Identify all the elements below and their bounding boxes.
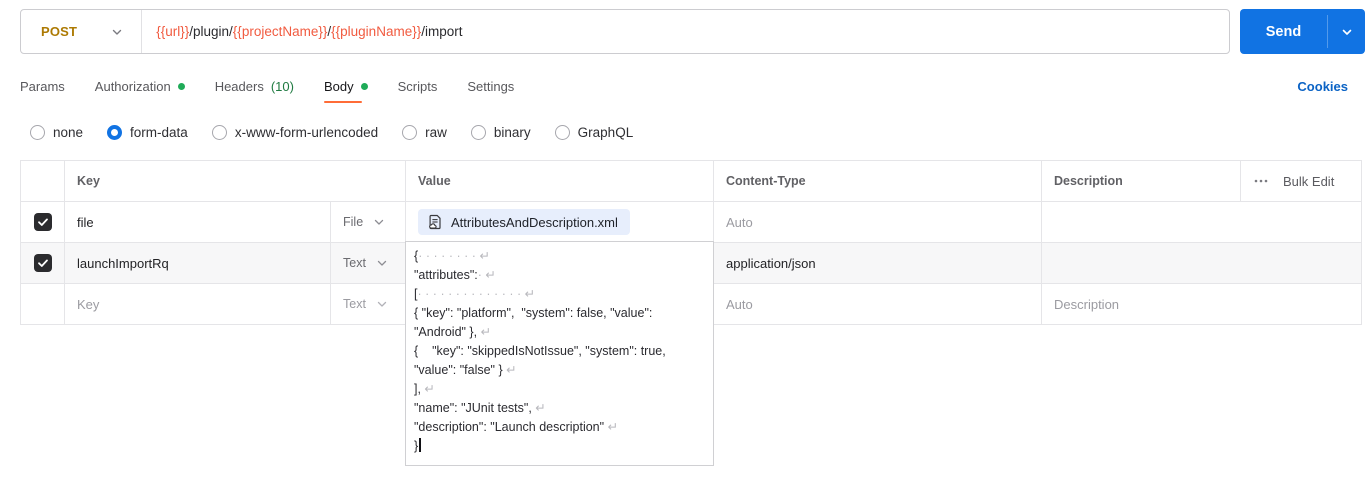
mode-x-www-form-urlencoded[interactable]: x-www-form-urlencoded [211, 124, 379, 140]
radio-icon [30, 124, 45, 140]
url-bar: POST {{url}}/plugin/{{projectName}} / {{pl… [20, 9, 1230, 54]
mode-form-data[interactable]: form-data [107, 124, 188, 140]
content-type-cell[interactable]: Auto [714, 202, 1042, 242]
method-select[interactable]: POST [21, 10, 141, 53]
status-dot-icon [360, 83, 368, 90]
description-cell[interactable] [1042, 202, 1363, 242]
radio-icon [554, 124, 570, 140]
radio-icon [402, 124, 418, 140]
mode-label: none [53, 124, 84, 140]
header-bulk-cell: Bulk Edit [1241, 161, 1363, 201]
send-button[interactable]: Send [1240, 9, 1327, 54]
header-content-type: Content-Type [714, 161, 1042, 201]
header-key: Key [65, 161, 406, 201]
mode-label: x-www-form-urlencoded [234, 124, 379, 140]
bulk-edit-link[interactable]: Bulk Edit [1283, 174, 1334, 189]
key-cell[interactable]: Key [65, 284, 331, 324]
type-cell: File [331, 202, 406, 242]
mode-label: form-data [130, 124, 188, 140]
editor-code-text[interactable]: {· · · · · · · · ↵ "attributes":· ↵ [· ·… [414, 247, 705, 456]
key-cell[interactable]: launchImportRq [65, 243, 331, 283]
more-options-icon[interactable] [1253, 173, 1269, 189]
tab-label: Authorization [94, 79, 171, 94]
form-data-table-wrap: Key Value Content-Type Description Bulk … [20, 160, 1363, 466]
tab-params[interactable]: Params [20, 75, 65, 103]
request-tabs: Params Authorization Headers (10) Body S… [20, 75, 1348, 103]
mode-raw[interactable]: raw [402, 124, 447, 140]
description-cell[interactable]: Description [1042, 284, 1363, 324]
type-cell: Text [331, 284, 406, 324]
mode-none[interactable]: none [30, 124, 84, 140]
url-text-segment: /plugin/ [189, 24, 233, 39]
chevron-down-icon [1342, 29, 1351, 35]
type-label: File [343, 215, 364, 229]
radio-selected-icon [107, 124, 123, 140]
header-value: Value [406, 161, 714, 201]
tab-label: Scripts [397, 79, 438, 94]
bulk-edit-area: Bulk Edit [1253, 173, 1334, 189]
table-header-row: Key Value Content-Type Description Bulk … [21, 161, 1361, 201]
tab-headers[interactable]: Headers (10) [215, 75, 294, 103]
mode-label: binary [493, 124, 531, 140]
type-select-text[interactable]: Text [343, 297, 388, 311]
mode-graphql[interactable]: GraphQL [554, 124, 634, 140]
status-dot-icon [177, 83, 185, 90]
content-type-cell[interactable]: Auto [714, 284, 1042, 324]
tab-label: Params [20, 79, 65, 94]
headers-count: (10) [270, 79, 294, 94]
tab-settings[interactable]: Settings [467, 75, 514, 103]
header-description: Description [1042, 161, 1241, 201]
send-button-group: Send [1240, 9, 1365, 54]
attached-file-chip[interactable]: AttributesAndDescription.xml [418, 209, 630, 235]
checkbox-cell [21, 284, 65, 324]
url-variable-segment: {{url}} [156, 24, 190, 39]
postman-request-view: POST {{url}}/plugin/{{projectName}} / {{pl… [0, 0, 1368, 478]
type-cell: Text [331, 243, 406, 283]
mode-label: GraphQL [577, 124, 634, 140]
chevron-down-icon [375, 219, 384, 225]
tab-scripts[interactable]: Scripts [398, 75, 438, 103]
type-select-text[interactable]: Text [343, 256, 388, 270]
request-bar: POST {{url}}/plugin/{{projectName}} / {{pl… [20, 9, 1365, 54]
check-icon [37, 259, 48, 267]
url-input[interactable]: {{url}}/plugin/{{projectName}} / {{pluginN… [142, 10, 1229, 53]
method-label: POST [41, 24, 78, 39]
tab-authorization[interactable]: Authorization [95, 75, 185, 103]
file-xml-icon [429, 214, 441, 230]
key-cell[interactable]: file [65, 202, 331, 242]
description-cell[interactable] [1042, 243, 1363, 283]
tab-body[interactable]: Body [323, 75, 368, 103]
url-variable-segment: {{pluginName}} [331, 24, 422, 39]
type-label: Text [343, 297, 366, 311]
check-icon [37, 218, 48, 226]
send-options-button[interactable] [1328, 9, 1365, 54]
tab-label: Body [323, 79, 354, 94]
content-type-cell[interactable]: application/json [714, 243, 1042, 283]
body-mode-options: none form-data x-www-form-urlencoded raw… [30, 120, 1368, 144]
radio-icon [470, 124, 486, 140]
type-label: Text [343, 256, 366, 270]
cookies-link[interactable]: Cookies [1297, 79, 1348, 99]
chevron-down-icon [377, 301, 387, 307]
file-name: AttributesAndDescription.xml [451, 214, 618, 230]
url-text-segment: /import [421, 24, 463, 39]
tab-label: Settings [467, 79, 515, 94]
value-editor[interactable]: {· · · · · · · · ↵ "attributes":· ↵ [· ·… [405, 241, 714, 466]
row-checkbox-checked[interactable] [33, 213, 52, 231]
mode-binary[interactable]: binary [470, 124, 531, 140]
url-variable-segment: {{projectName}} [232, 24, 328, 39]
header-checkbox-cell [21, 161, 65, 201]
type-select-file[interactable]: File [343, 215, 385, 229]
checkbox-cell [21, 202, 65, 242]
checkbox-cell [21, 243, 65, 283]
tab-label: Headers [214, 79, 264, 94]
radio-icon [211, 124, 227, 140]
chevron-down-icon [377, 260, 387, 266]
row-checkbox-checked[interactable] [33, 254, 52, 272]
table-row-file: file File AttributesAndDescription.xml A… [21, 201, 1361, 242]
mode-label: raw [425, 124, 447, 140]
value-cell: AttributesAndDescription.xml [406, 202, 714, 242]
chevron-down-icon [113, 29, 122, 35]
text-cursor [419, 438, 422, 452]
